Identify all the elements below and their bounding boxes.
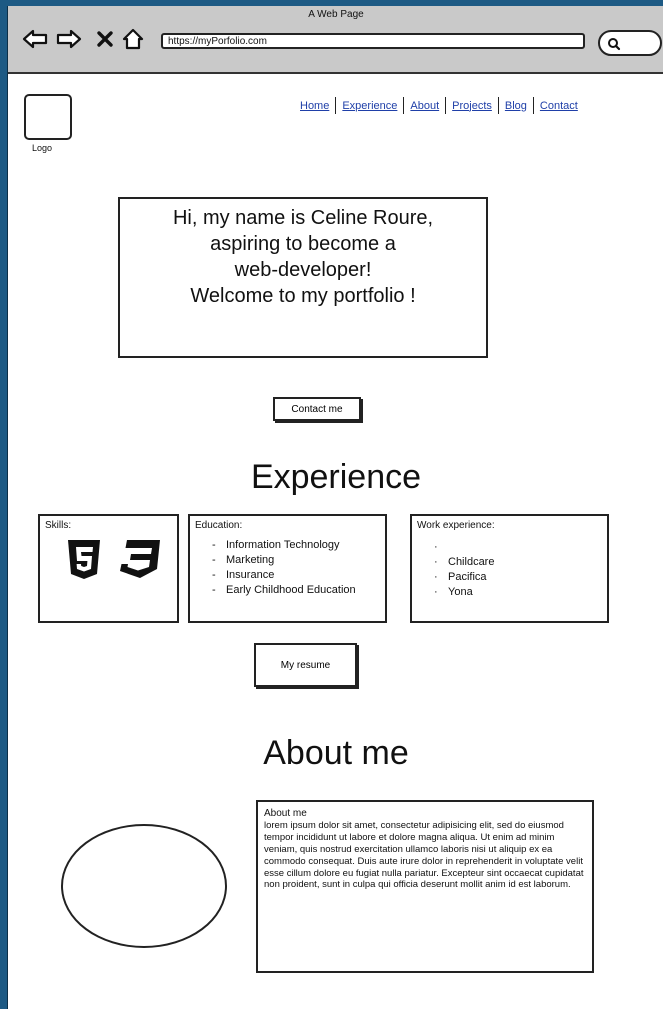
- nav-link-home[interactable]: Home: [294, 100, 335, 112]
- nav-link-about[interactable]: About: [404, 100, 445, 112]
- logo[interactable]: [24, 94, 72, 140]
- education-label: Education:: [195, 520, 243, 531]
- nav-link-contact[interactable]: Contact: [534, 100, 584, 112]
- html5-icon: [68, 540, 100, 579]
- work-experience-label: Work experience:: [417, 520, 495, 531]
- work-experience-card: Work experience: Childcare Pacifica Yona: [410, 514, 609, 623]
- list-item: Pacifica: [434, 570, 494, 585]
- browser-search-field[interactable]: [598, 30, 662, 56]
- list-item: Insurance: [212, 568, 356, 583]
- about-text-box: About me lorem ipsum dolor sit amet, con…: [256, 800, 594, 973]
- top-navigation: Home Experience About Projects Blog Cont…: [294, 97, 584, 114]
- skills-card: Skills:: [38, 514, 179, 623]
- browser-window: A Web Page https://myPorfolio.com Logo H…: [7, 6, 663, 1009]
- css3-icon: [120, 540, 160, 578]
- about-heading: About me: [263, 734, 409, 772]
- list-item: Early Childhood Education: [212, 583, 356, 598]
- list-item: [434, 540, 494, 555]
- logo-label: Logo: [32, 143, 53, 153]
- home-icon[interactable]: [118, 24, 148, 54]
- work-experience-list: Childcare Pacifica Yona: [434, 540, 494, 600]
- about-body-text: lorem ipsum dolor sit amet, consectetur …: [264, 819, 584, 891]
- browser-toolbar: A Web Page https://myPorfolio.com: [8, 6, 663, 74]
- nav-link-blog[interactable]: Blog: [499, 100, 533, 112]
- contact-me-button[interactable]: Contact me: [273, 397, 361, 421]
- hero-welcome-text: Hi, my name is Celine Roure, aspiring to…: [118, 197, 488, 358]
- search-icon: [608, 38, 621, 51]
- experience-heading: Experience: [250, 458, 422, 496]
- list-item: Marketing: [212, 553, 356, 568]
- list-item: Information Technology: [212, 538, 356, 553]
- my-resume-button[interactable]: My resume: [254, 643, 357, 687]
- profile-photo-placeholder: [61, 824, 227, 948]
- nav-link-experience[interactable]: Experience: [336, 100, 403, 112]
- education-card: Education: Information Technology Market…: [188, 514, 387, 623]
- address-bar[interactable]: https://myPorfolio.com: [161, 33, 585, 49]
- list-item: Childcare: [434, 555, 494, 570]
- list-item: Yona: [434, 585, 494, 600]
- back-icon[interactable]: [20, 24, 50, 54]
- window-title: A Web Page: [308, 9, 364, 20]
- forward-icon[interactable]: [54, 24, 84, 54]
- nav-link-projects[interactable]: Projects: [446, 100, 498, 112]
- close-icon[interactable]: [90, 24, 120, 54]
- skills-label: Skills:: [45, 520, 72, 531]
- education-list: Information Technology Marketing Insuran…: [212, 538, 356, 598]
- about-box-heading: About me: [264, 808, 307, 819]
